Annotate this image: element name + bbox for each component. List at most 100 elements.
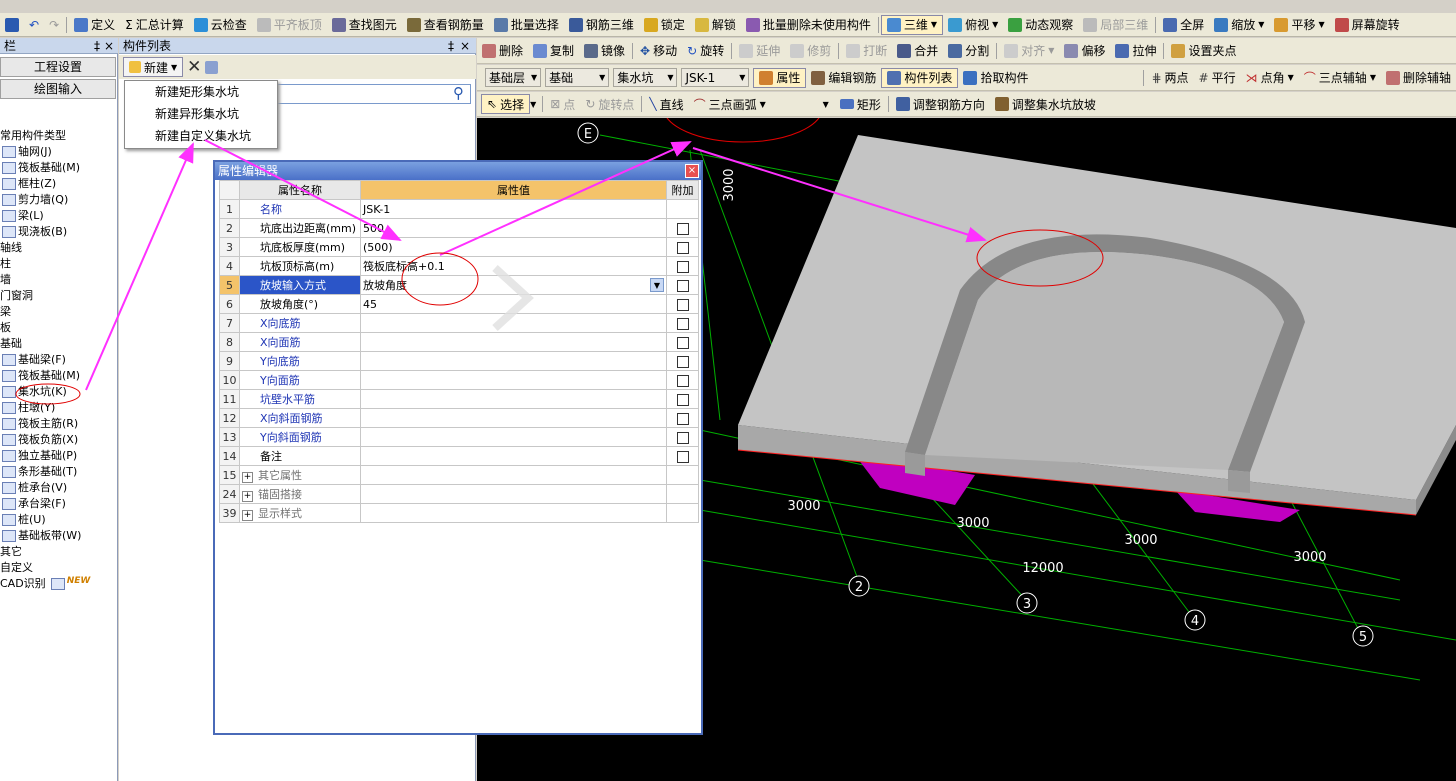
property-row[interactable]: 11 坑壁水平筋 [219, 389, 699, 409]
property-value[interactable]: 筏板底标高+0.1 [360, 256, 667, 276]
rotate-button[interactable]: ↻ 旋转 [682, 40, 729, 61]
batch-delete-unused-button[interactable]: 批量删除未使用构件 [741, 14, 876, 35]
property-value[interactable]: JSK-1 [360, 199, 667, 219]
attach-checkbox[interactable] [676, 222, 689, 235]
project-settings-button[interactable]: 工程设置 [0, 57, 116, 77]
property-value[interactable]: 500 [360, 218, 667, 238]
floor-dropdown[interactable]: 基础层 ▼ [485, 68, 542, 87]
arc-option-dropdown[interactable]: ▼ [771, 100, 829, 109]
two-point-axis-button[interactable]: ⋕ 两点 [1146, 67, 1193, 88]
zoom-button[interactable]: 缩放 ▼ [1209, 14, 1269, 35]
property-row[interactable]: 4 坑板顶标高(m) 筏板底标高+0.1 [219, 256, 699, 276]
align-slab-top-button[interactable]: 平齐板顶 [252, 14, 327, 35]
copy-icon[interactable] [205, 60, 219, 74]
tree-group-slab[interactable]: 板 [0, 320, 11, 336]
undo-button[interactable]: ↶ [24, 14, 44, 35]
property-row[interactable]: 13 Y向斜面钢筋 [219, 427, 699, 447]
attach-checkbox[interactable] [676, 241, 689, 254]
copy-button[interactable]: 复制 [528, 40, 579, 61]
component-dropdown[interactable]: JSK-1 ▼ [681, 68, 750, 87]
tree-group-foundation[interactable]: 基础 [0, 336, 22, 352]
property-value[interactable] [360, 465, 667, 485]
offset-button[interactable]: 偏移 [1059, 40, 1110, 61]
rectangle-button[interactable]: 矩形 [835, 94, 886, 115]
point-button[interactable]: ⊠ 点 [545, 94, 580, 115]
extend-button[interactable]: 延伸 [734, 40, 785, 61]
pin-icon[interactable]: ‡ [448, 38, 454, 54]
save-button[interactable] [0, 14, 24, 35]
merge-button[interactable]: 合并 [892, 40, 943, 61]
tree-group-beam[interactable]: 梁 [0, 304, 11, 320]
set-grip-button[interactable]: 设置夹点 [1166, 40, 1241, 61]
property-value[interactable]: (500) [360, 237, 667, 257]
chevron-down-icon[interactable]: ▼ [650, 278, 664, 292]
tree-group-other[interactable]: 其它 [0, 544, 22, 560]
pick-component-button[interactable]: 拾取构件 [958, 67, 1033, 88]
tree-item-foundation-beam[interactable]: 基础梁(F) [2, 352, 66, 368]
close-icon[interactable]: × [460, 38, 470, 54]
break-button[interactable]: 打断 [841, 40, 892, 61]
property-value[interactable] [360, 503, 667, 523]
property-row[interactable]: 12 X向斜面钢筋 [219, 408, 699, 428]
rotate-point-button[interactable]: ↻ 旋转点 [580, 94, 639, 115]
search-input[interactable] [271, 84, 471, 104]
property-value[interactable] [360, 313, 667, 333]
tree-item-raft-main-rebar[interactable]: 筏板主筋(R) [2, 416, 78, 432]
attach-checkbox[interactable] [676, 336, 689, 349]
tree-group-custom[interactable]: 自定义 [0, 560, 33, 576]
split-button[interactable]: 分割 [943, 40, 994, 61]
attach-checkbox[interactable] [676, 431, 689, 444]
category-dropdown[interactable]: 基础 ▼ [545, 68, 610, 87]
property-value[interactable]: 放坡角度 ▼ [360, 275, 667, 295]
adjust-pit-slope-button[interactable]: 调整集水坑放坡 [990, 94, 1101, 115]
edit-rebar-button[interactable]: 编辑钢筋 [806, 67, 881, 88]
attach-checkbox[interactable] [676, 450, 689, 463]
property-row[interactable]: 15 + 其它属性 [219, 465, 699, 485]
tree-item-isolated-footing[interactable]: 独立基础(P) [2, 448, 77, 464]
expand-icon[interactable]: + [242, 491, 253, 502]
attach-checkbox[interactable] [676, 317, 689, 330]
delete-icon[interactable]: ✕ [187, 57, 201, 77]
view-rebar-qty-button[interactable]: 查看钢筋量 [402, 14, 489, 35]
search-icon[interactable]: ⚲ [453, 84, 464, 102]
property-value[interactable] [360, 446, 667, 466]
top-view-button[interactable]: 俯视 ▼ [943, 14, 1003, 35]
line-button[interactable]: ╲ 直线 [644, 94, 688, 115]
property-value[interactable]: 45 [360, 294, 667, 314]
point-angle-button[interactable]: ⋊ 点角 ▼ [1241, 67, 1299, 88]
property-row[interactable]: 8 X向面筋 [219, 332, 699, 352]
property-row[interactable]: 24 + 锚固搭接 [219, 484, 699, 504]
property-row[interactable]: 9 Y向底筋 [219, 351, 699, 371]
drawing-input-button[interactable]: 绘图输入 [0, 79, 116, 99]
attach-checkbox[interactable] [676, 355, 689, 368]
tree-group-cad-recognition[interactable]: CAD识别 NEW [0, 576, 90, 592]
tree-item-sump-pit[interactable]: 集水坑(K) [2, 384, 67, 400]
parallel-axis-button[interactable]: # 平行 [1194, 67, 1241, 88]
property-row[interactable]: 10 Y向面筋 [219, 370, 699, 390]
tree-group-door-window[interactable]: 门窗洞 [0, 288, 33, 304]
property-value[interactable] [360, 332, 667, 352]
tree-item-beam[interactable]: 梁(L) [2, 208, 44, 224]
property-value[interactable] [360, 484, 667, 504]
tree-item-pile-cap[interactable]: 桩承台(V) [2, 480, 67, 496]
type-dropdown[interactable]: 集水坑 ▼ [613, 68, 678, 87]
trim-button[interactable]: 修剪 [785, 40, 836, 61]
property-value[interactable] [360, 408, 667, 428]
attach-checkbox[interactable] [676, 298, 689, 311]
property-row[interactable]: 7 X向底筋 [219, 313, 699, 333]
properties-button[interactable]: 属性 [753, 67, 807, 88]
property-value[interactable] [360, 370, 667, 390]
tree-item-shear-wall[interactable]: 剪力墙(Q) [2, 192, 68, 208]
property-row[interactable]: 2 坑底出边距离(mm) 500 [219, 218, 699, 238]
expand-icon[interactable]: + [242, 472, 253, 483]
move-button[interactable]: ✥ 移动 [635, 40, 682, 61]
fullscreen-button[interactable]: 全屏 [1158, 14, 1209, 35]
property-row[interactable]: 5 放坡输入方式 放坡角度 ▼ [219, 275, 699, 295]
menu-new-custom-pit[interactable]: 新建自定义集水坑 [125, 125, 277, 147]
tree-group-common[interactable]: 常用构件类型 [0, 128, 66, 144]
dynamic-orbit-button[interactable]: 动态观察 [1003, 14, 1078, 35]
stretch-button[interactable]: 拉伸 [1110, 40, 1161, 61]
mirror-button[interactable]: 镜像 [579, 40, 630, 61]
attach-checkbox[interactable] [676, 412, 689, 425]
align-button[interactable]: 对齐 ▼ [999, 40, 1059, 61]
